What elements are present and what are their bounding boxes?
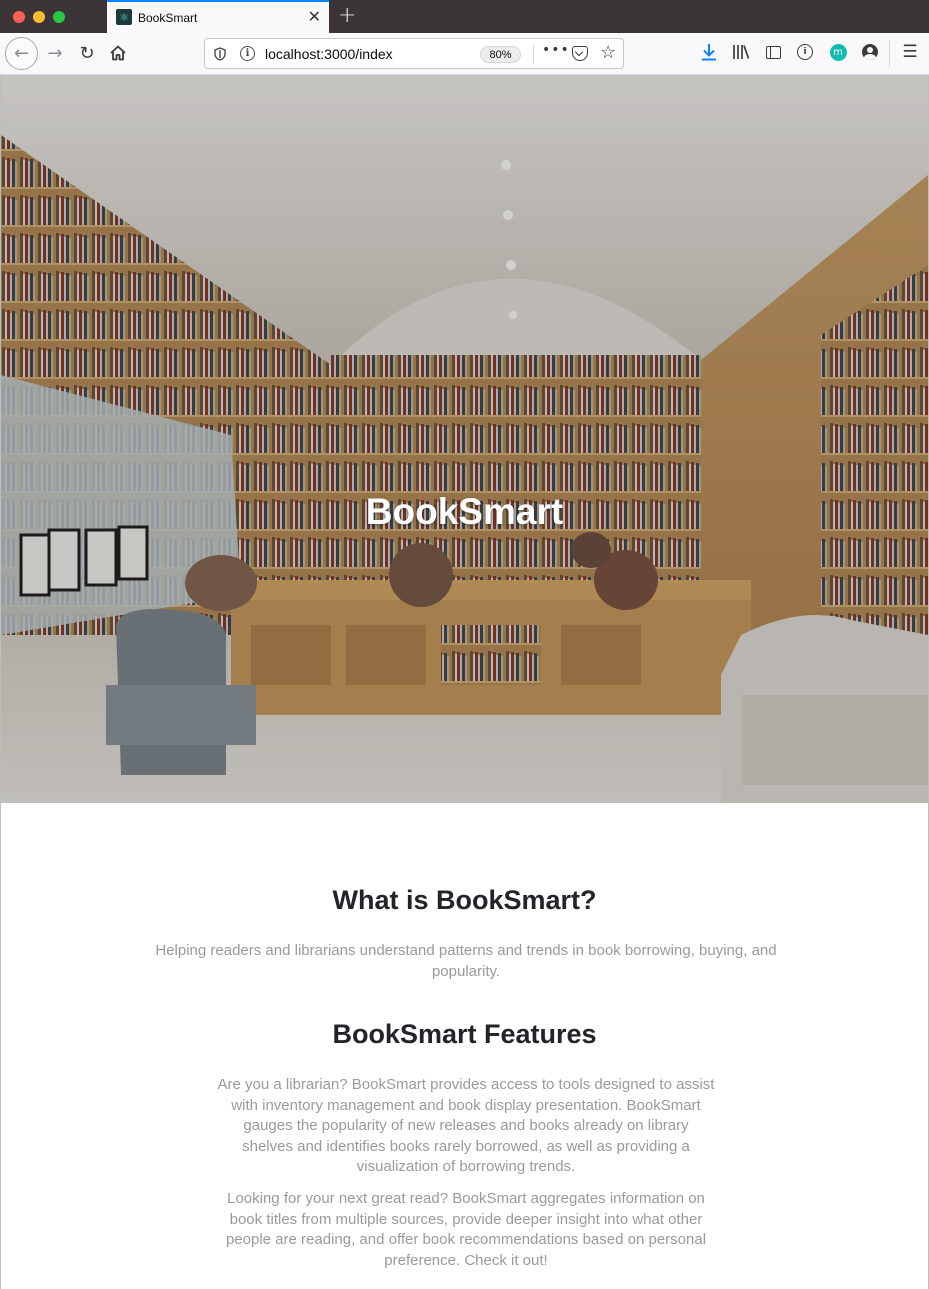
reload-icon: ↻ — [79, 42, 95, 64]
url-divider — [533, 45, 534, 64]
sidebar-icon[interactable] — [763, 42, 783, 62]
hamburger-menu-icon[interactable]: ☰ — [900, 42, 920, 62]
zoom-level-badge[interactable]: 80% — [480, 46, 521, 63]
address-bar[interactable]: i localhost:3000/index 80% ••• ☆ — [204, 38, 624, 69]
hero-title: BookSmart — [365, 491, 564, 532]
download-icon[interactable] — [699, 42, 719, 62]
features-librarian-paragraph: Are you a librarian? BookSmart provides … — [217, 1076, 715, 1175]
features-reader-paragraph: Looking for your next great read? BookSm… — [225, 1190, 707, 1269]
reload-button[interactable]: ↻ — [75, 41, 99, 65]
window-border-left — [0, 75, 1, 1289]
tab-title: BookSmart — [138, 11, 198, 25]
forward-button[interactable]: → — [43, 41, 67, 65]
url-text[interactable]: localhost:3000/index — [265, 46, 393, 62]
tracking-protection-shield-icon[interactable] — [214, 47, 226, 61]
react-atom-icon: ⚛ — [116, 9, 132, 25]
window-close-button[interactable] — [13, 11, 25, 23]
tab-close-icon[interactable]: ✕ — [308, 7, 321, 26]
pocket-icon[interactable] — [572, 46, 588, 61]
features-heading: BookSmart Features — [332, 1019, 597, 1049]
hero-dim-overlay — [1, 75, 928, 803]
window-minimize-button[interactable] — [33, 11, 45, 23]
url-host: localhost — [265, 46, 321, 62]
new-tab-button[interactable]: + — [338, 3, 356, 28]
window-titlebar: ⚛ BookSmart ✕ + — [0, 0, 929, 33]
hero-banner: BookSmart — [1, 75, 928, 803]
account-icon[interactable] — [860, 42, 880, 62]
home-icon — [110, 45, 126, 61]
site-info-icon[interactable]: i — [240, 46, 255, 61]
window-maximize-button[interactable] — [53, 11, 65, 23]
what-is-description: Helping readers and librarians understan… — [155, 942, 777, 980]
browser-toolbar: ← → ↻ i localhost:3000/index 80% ••• ☆ i… — [0, 33, 929, 75]
what-is-heading: What is BookSmart? — [332, 885, 597, 915]
bookmark-star-icon[interactable]: ☆ — [600, 42, 616, 63]
back-button[interactable]: ← — [5, 37, 38, 70]
url-path: :3000/index — [320, 46, 393, 62]
main-content: What is BookSmart? Helping readers and l… — [1, 803, 928, 1289]
extension-m-icon[interactable]: m — [828, 42, 848, 62]
library-icon[interactable] — [731, 42, 751, 62]
forward-arrow-icon: → — [47, 42, 63, 64]
password-manager-icon[interactable]: i — [795, 42, 815, 62]
toolbar-divider — [889, 40, 890, 67]
home-button[interactable] — [106, 41, 130, 65]
browser-tab-active[interactable]: ⚛ BookSmart ✕ — [107, 0, 329, 33]
page-actions-more-icon[interactable]: ••• — [542, 42, 570, 58]
back-arrow-icon: ← — [13, 43, 30, 64]
